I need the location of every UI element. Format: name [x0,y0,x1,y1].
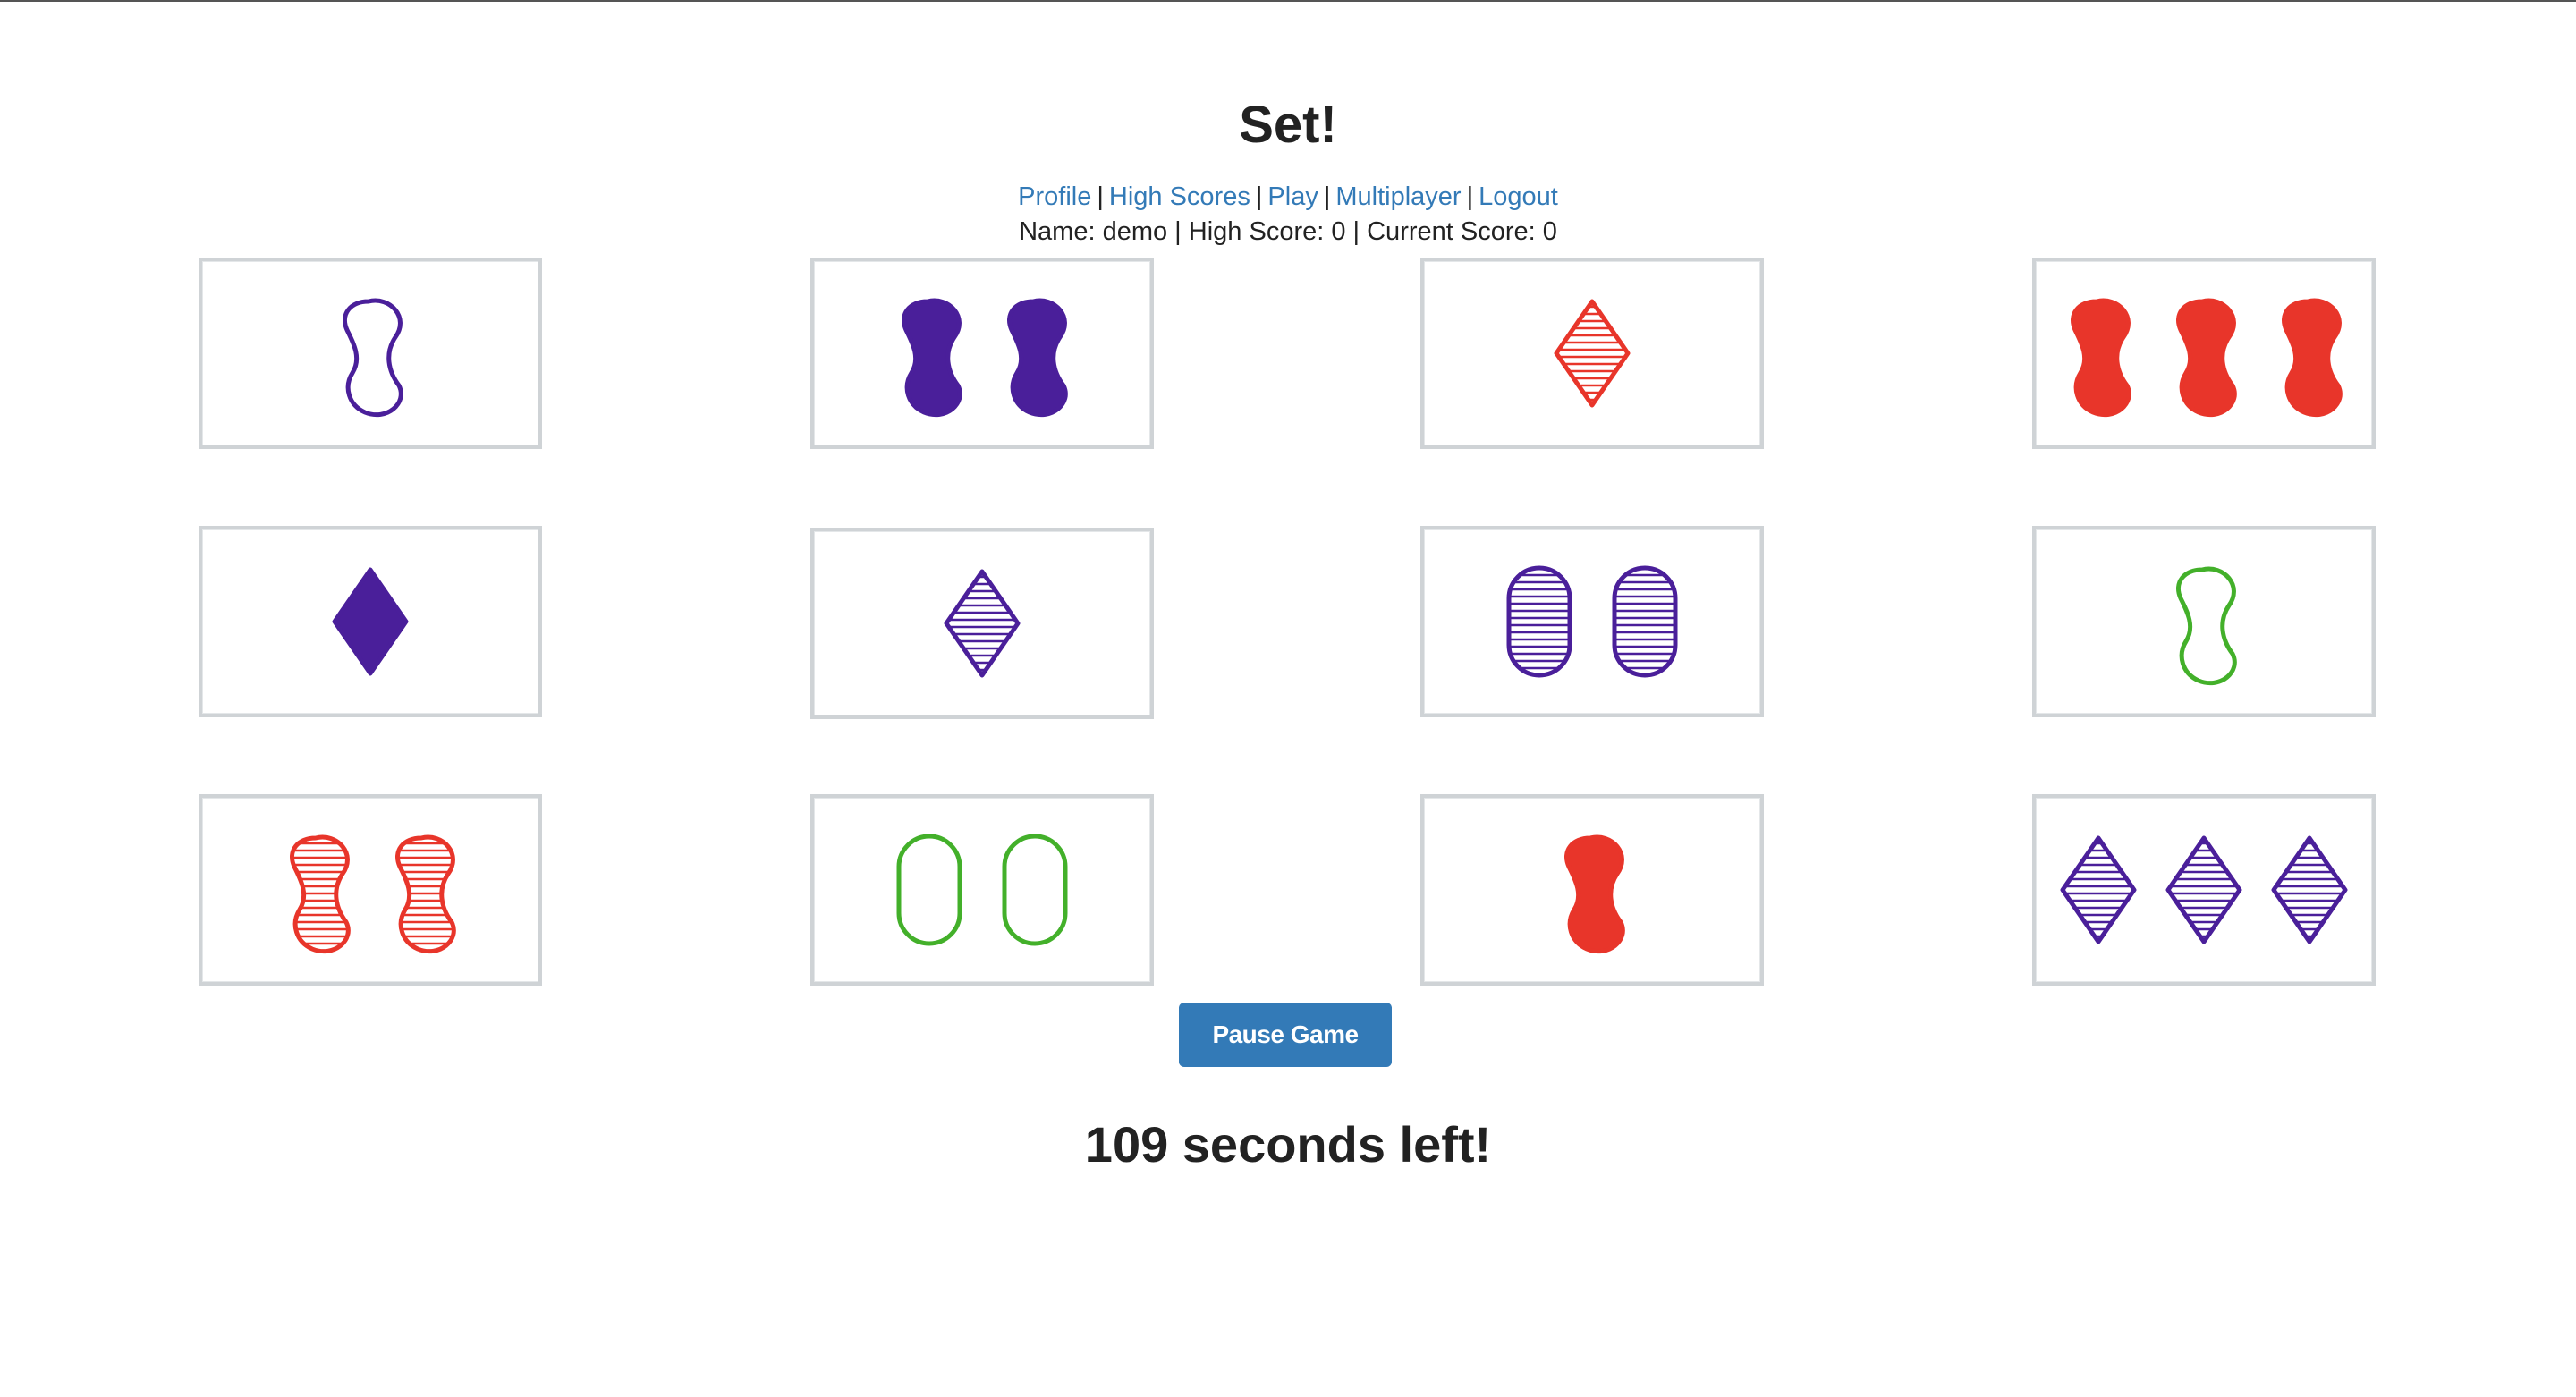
squiggle-symbol [395,834,456,954]
set-card[interactable] [1420,794,1764,986]
squiggle-symbol [902,298,962,418]
set-card[interactable] [1420,526,1764,717]
card-shapes [1554,299,1631,408]
set-card[interactable] [1420,258,1764,449]
diamond-symbol [2060,835,2137,944]
window-top-border [0,0,2576,2]
nav-link-high-scores[interactable]: High Scores [1109,182,1250,211]
player-stats: Name: demo | High Score: 0 | Current Sco… [1019,217,1557,246]
set-card[interactable] [810,258,1154,449]
card-shapes [290,834,456,954]
oval-symbol [896,834,962,946]
set-card[interactable] [2032,794,2376,986]
countdown-timer: 109 seconds left! [1084,1116,1492,1173]
page-title: Set! [1239,96,1337,154]
card-shapes [2060,835,2348,944]
squiggle-symbol [2282,298,2343,418]
squiggle-symbol [2176,566,2237,686]
diamond-symbol [944,569,1021,678]
squiggle-symbol [1564,834,1625,954]
card-shapes [343,298,403,418]
nav-link-play[interactable]: Play [1267,182,1318,211]
nav-bar: Profile | High Scores | Play | Multiplayer | Log… [0,179,2576,215]
nav-link-logout[interactable]: Logout [1479,182,1558,211]
card-shapes [944,569,1021,678]
nav-separator: | [1466,182,1474,211]
set-card[interactable] [810,794,1154,986]
card-shapes [902,298,1068,418]
card-shapes [1506,565,1678,678]
nav-separator: | [1323,182,1331,211]
card-shapes [332,567,409,676]
card-shapes [1564,834,1625,954]
set-card[interactable] [199,526,542,717]
diamond-symbol [1554,299,1631,408]
nav-separator: | [1097,182,1104,211]
oval-symbol [1506,565,1572,678]
oval-symbol [1002,834,1068,946]
oval-symbol [1612,565,1678,678]
set-card[interactable] [2032,526,2376,717]
squiggle-symbol [2071,298,2131,418]
set-card[interactable] [199,794,542,986]
set-card[interactable] [810,528,1154,719]
nav-link-multiplayer[interactable]: Multiplayer [1335,182,1461,211]
squiggle-symbol [290,834,351,954]
diamond-symbol [2165,835,2242,944]
squiggle-symbol [2176,298,2237,418]
card-shapes [2071,298,2343,418]
card-shapes [2176,566,2237,686]
card-shapes [896,834,1068,946]
set-card[interactable] [2032,258,2376,449]
squiggle-symbol [343,298,403,418]
diamond-symbol [2271,835,2348,944]
nav-link-profile[interactable]: Profile [1018,182,1091,211]
pause-game-button[interactable]: Pause Game [1179,1003,1392,1067]
nav-separator: | [1255,182,1263,211]
diamond-symbol [332,567,409,676]
set-card[interactable] [199,258,542,449]
squiggle-symbol [1007,298,1068,418]
